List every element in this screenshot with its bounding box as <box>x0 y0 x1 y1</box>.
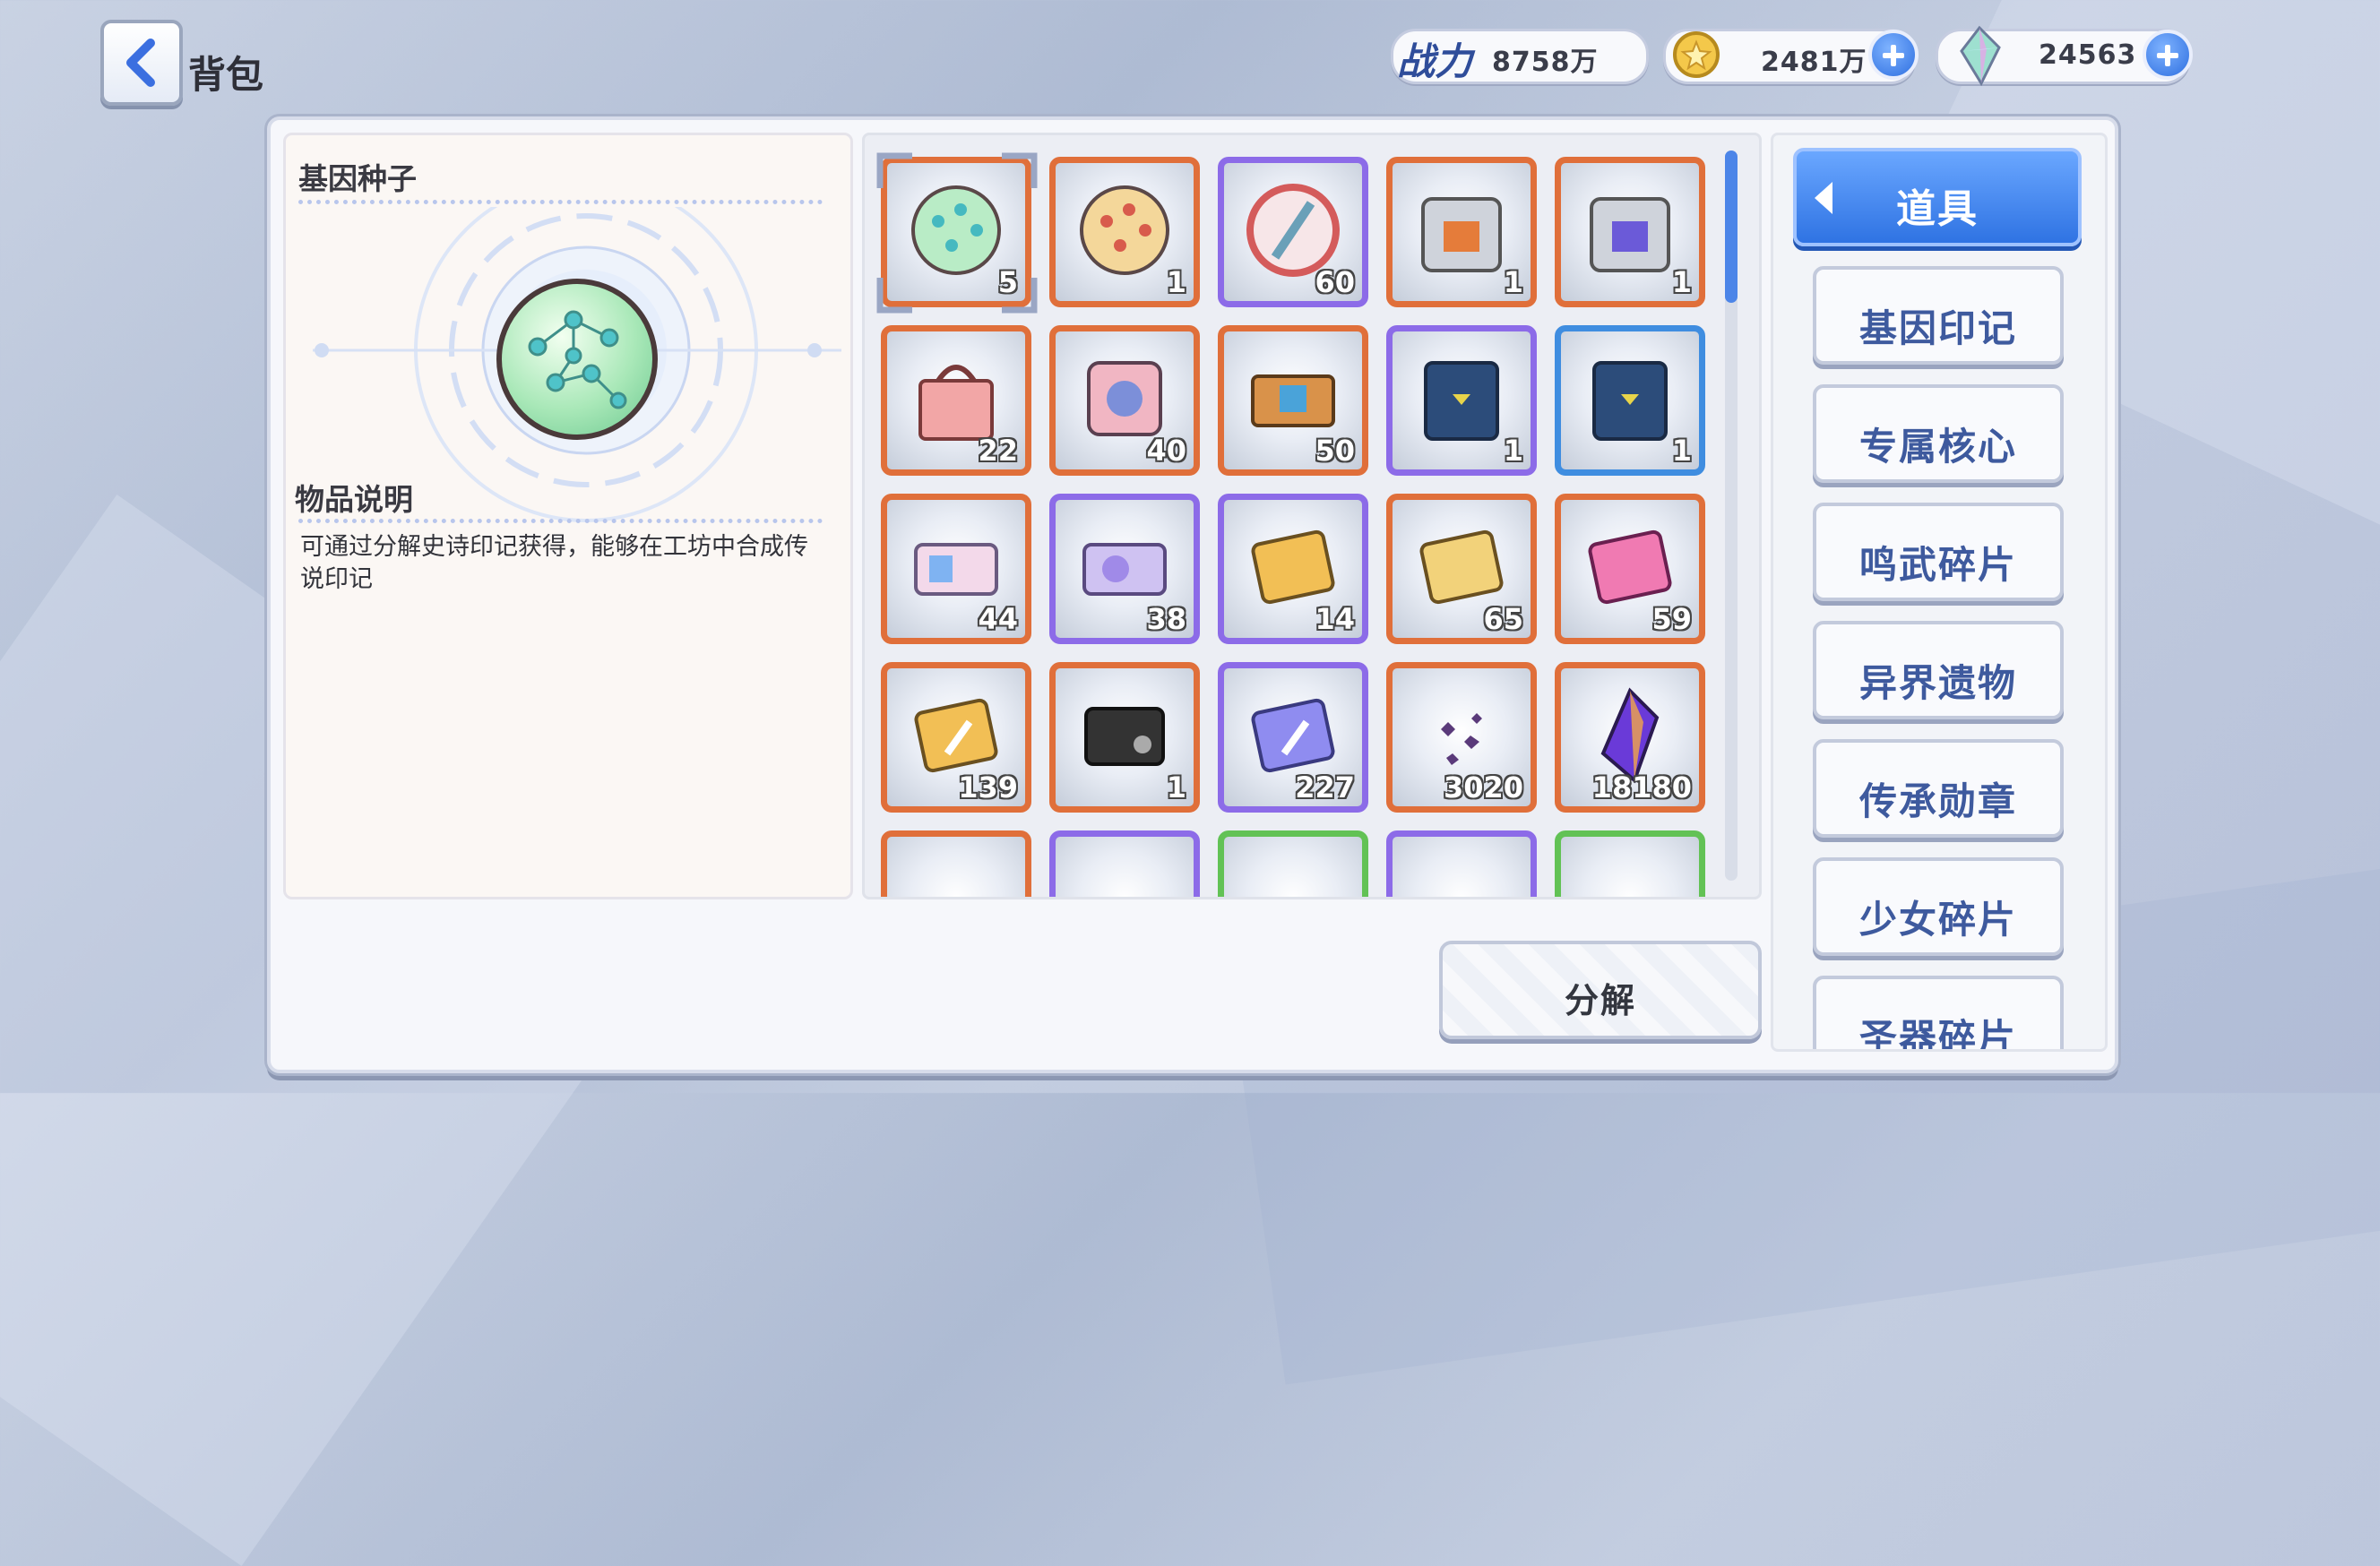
item-slot[interactable] <box>881 830 1031 897</box>
decompose-button[interactable]: 分解 <box>1439 941 1762 1039</box>
item-count: 1 <box>1671 265 1692 299</box>
scroll-thumb[interactable] <box>1725 151 1738 303</box>
item-slot[interactable]: 40 <box>1049 325 1200 476</box>
item-count: 65 <box>1483 602 1523 636</box>
item-count: 59 <box>1651 602 1692 636</box>
gene-seed-green-icon <box>911 185 1001 275</box>
item-slot[interactable]: 50 <box>1218 325 1368 476</box>
category-tab[interactable]: 基因印记 <box>1813 266 2064 365</box>
item-count: 1 <box>1166 770 1186 805</box>
item-count: 50 <box>1315 434 1355 468</box>
item-slot[interactable]: 227 <box>1218 662 1368 813</box>
gene-seed-gold-icon <box>1080 185 1169 275</box>
gold-display: 2481万 <box>1663 29 1919 84</box>
item-slot[interactable]: 3020 <box>1386 662 1537 813</box>
item-count: 139 <box>958 770 1018 805</box>
category-tab[interactable]: 传承勋章 <box>1813 739 2064 838</box>
item-count: 1 <box>1671 434 1692 468</box>
item-count: 40 <box>1146 434 1186 468</box>
category-tab[interactable]: 少女碎片 <box>1813 857 2064 956</box>
purple-chip-box-icon <box>1590 197 1670 272</box>
item-slot[interactable]: 22 <box>881 325 1031 476</box>
item-slot[interactable] <box>1386 830 1537 897</box>
category-tab-label: 道具 <box>1896 186 1979 232</box>
power-label: 战力 <box>1397 39 1473 83</box>
item-slot[interactable]: 1 <box>1049 662 1200 813</box>
item-count: 18180 <box>1591 770 1692 805</box>
item-slot[interactable]: 1 <box>1049 157 1200 307</box>
gene-seed-large-icon <box>496 279 658 440</box>
gem-crystal-icon <box>1960 25 2001 87</box>
item-slot[interactable]: 1 <box>1386 157 1537 307</box>
item-slot[interactable]: 44 <box>881 494 1031 644</box>
category-panel: 道具 基因印记 专属核心 鸣武碎片 异界遗物 传承勋章 少女碎片 圣器碎片 <box>1771 133 2108 1052</box>
gold-value: 2481万 <box>1761 47 1867 78</box>
grid-scrollbar[interactable] <box>1725 151 1738 881</box>
item-grid-panel: 5 1 60 1 1 22 40 50 1 1 44 38 14 65 59 139 1 227 3020 18180 <box>862 133 1762 899</box>
item-count: 5 <box>997 265 1018 299</box>
item-slot[interactable] <box>1218 830 1368 897</box>
orange-chip-box-icon <box>1421 197 1502 272</box>
back-arrow-icon <box>126 39 155 87</box>
power-display: 战力 8758万 <box>1391 29 1649 84</box>
item-count: 38 <box>1146 602 1186 636</box>
category-tab[interactable]: 鸣武碎片 <box>1813 503 2064 601</box>
category-tab[interactable]: 圣器碎片 <box>1813 976 2064 1052</box>
add-gold-button[interactable] <box>1868 30 1919 80</box>
item-count: 3020 <box>1443 770 1523 805</box>
item-slot[interactable]: 18180 <box>1555 662 1705 813</box>
divider <box>298 519 823 523</box>
decompose-label: 分解 <box>1564 981 1636 1020</box>
item-slot[interactable]: 65 <box>1386 494 1537 644</box>
divider <box>298 200 823 204</box>
gem-display: 24563 <box>1936 25 2193 87</box>
gem-value: 24563 <box>2039 39 2137 71</box>
item-slot[interactable]: 139 <box>881 662 1031 813</box>
category-tab-label: 专属核心 <box>1858 425 2017 469</box>
item-count: 1 <box>1503 434 1523 468</box>
item-slot[interactable]: 60 <box>1218 157 1368 307</box>
item-count: 227 <box>1295 770 1355 805</box>
power-value: 8758万 <box>1492 47 1599 78</box>
category-tab-label: 基因印记 <box>1858 306 2017 350</box>
item-slot[interactable]: 1 <box>1555 325 1705 476</box>
black-card-icon <box>1084 707 1165 766</box>
gold-coin-icon <box>1673 31 1720 78</box>
category-tab[interactable]: 异界遗物 <box>1813 621 2064 719</box>
item-count: 44 <box>978 602 1018 636</box>
item-slot[interactable]: 38 <box>1049 494 1200 644</box>
category-tab-label: 异界遗物 <box>1858 661 2017 705</box>
item-count: 14 <box>1315 602 1355 636</box>
item-count: 22 <box>978 434 1018 468</box>
add-gem-button[interactable] <box>2143 30 2193 80</box>
category-tab-label: 少女碎片 <box>1858 898 2017 942</box>
page-title: 背包 <box>188 53 264 97</box>
category-tab-label: 鸣武碎片 <box>1858 543 2017 587</box>
item-detail-panel: 基因种子 物品说明 可通过分解史诗印记获得，能够在工坊中合成传说印记 <box>283 133 853 899</box>
item-slot[interactable]: 1 <box>1555 157 1705 307</box>
item-slot[interactable] <box>1555 830 1705 897</box>
item-slot[interactable] <box>1049 830 1200 897</box>
item-description: 可通过分解史诗印记获得，能够在工坊中合成传说印记 <box>300 533 808 593</box>
description-title: 物品说明 <box>295 482 413 517</box>
item-slot[interactable]: 59 <box>1555 494 1705 644</box>
category-tab-label: 传承勋章 <box>1858 779 2017 823</box>
category-tab[interactable]: 专属核心 <box>1813 384 2064 483</box>
category-tab-label: 圣器碎片 <box>1858 1016 2017 1052</box>
item-name: 基因种子 <box>298 161 417 196</box>
back-button[interactable] <box>100 20 183 106</box>
item-count: 1 <box>1503 265 1523 299</box>
item-slot[interactable]: 1 <box>1386 325 1537 476</box>
item-slot[interactable]: 14 <box>1218 494 1368 644</box>
item-count: 1 <box>1166 265 1186 299</box>
supply-box-icon <box>1424 361 1499 441</box>
item-grid: 5 1 60 1 1 22 40 50 1 1 44 38 14 65 59 139 1 227 3020 18180 <box>876 152 1705 897</box>
category-tab-active[interactable]: 道具 <box>1793 148 2082 246</box>
item-slot[interactable]: 5 <box>876 152 1038 314</box>
supply-box-blue-icon <box>1592 361 1668 441</box>
item-count: 60 <box>1315 265 1355 299</box>
